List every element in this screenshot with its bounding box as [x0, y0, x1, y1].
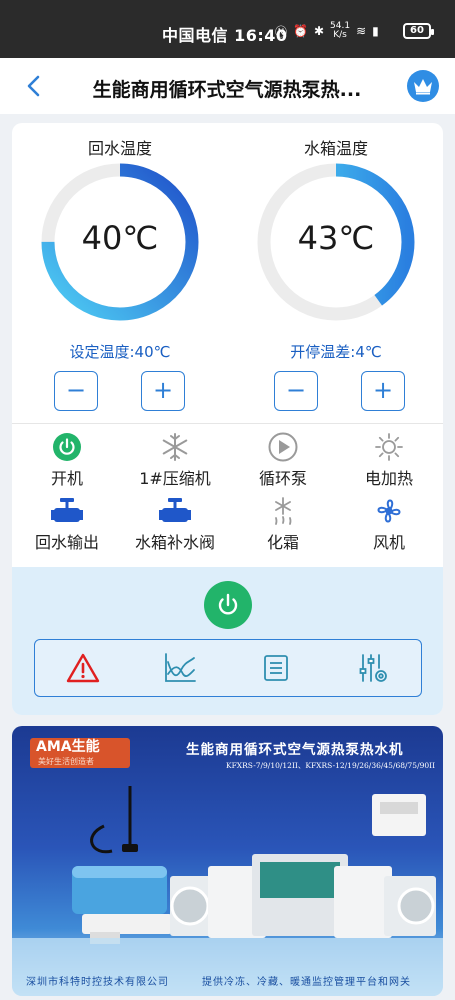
defrost-icon: [266, 495, 300, 527]
power-icon: [218, 593, 238, 615]
control-panel: [12, 567, 443, 715]
nfc-icon: Ⓝ: [275, 24, 288, 39]
increase-set-temp-button[interactable]: +: [141, 371, 185, 411]
status-label: 开机: [50, 469, 83, 488]
tank-water-gauge: 水箱温度 43℃ 开停温差:4℃ − +: [236, 123, 436, 423]
decrease-diff-button[interactable]: −: [274, 371, 318, 411]
list-icon: [264, 655, 289, 681]
status-label: 电加热: [364, 469, 413, 488]
power-toggle-button[interactable]: [204, 581, 252, 629]
alarm-button[interactable]: [63, 648, 103, 688]
signal-icon: ▮: [372, 24, 379, 38]
system-status-bar: 中国电信 16:40 Ⓝ ⏰ ✱ 54.1 K/s ≋ ▮ 60: [0, 0, 455, 58]
chevron-left-icon: [27, 75, 40, 97]
status-icons: Ⓝ ⏰ ✱ 54.1 K/s ≋ ▮: [275, 22, 379, 40]
gauge-value: 43℃: [297, 219, 375, 257]
sun-heater-icon: [372, 431, 406, 463]
return-water-gauge: 回水温度 40℃ 设定温度:40℃ − +: [20, 123, 220, 423]
function-toolbar: [34, 639, 422, 697]
wifi-icon: ≋: [356, 24, 367, 38]
back-button[interactable]: [20, 72, 48, 100]
status-defrost: 化霜: [228, 495, 338, 553]
net-speed: 54.1 K/s: [330, 22, 350, 40]
records-button[interactable]: [256, 648, 296, 688]
device-control-card: 回水温度 40℃ 设定温度:40℃ − + 水箱温度 43℃ 开停温差:4℃ −…: [12, 123, 443, 715]
increase-diff-button[interactable]: +: [361, 371, 405, 411]
status-label: 1#压缩机: [139, 469, 211, 488]
banner-company: 深圳市科特时控技术有限公司: [26, 977, 169, 988]
play-pump-icon: [266, 431, 300, 463]
status-power-on: 开机: [12, 431, 122, 489]
status-fan: 风机: [334, 495, 443, 553]
product-banner[interactable]: AMA生能 美好生活创造者 生能商用循环式空气源热泵热水机 KFXRS-7/9/…: [12, 726, 443, 996]
status-electric-heater: 电加热: [334, 431, 443, 489]
alarm-icon: ⏰: [293, 24, 308, 38]
status-tank-fill-valve: 水箱补水阀: [120, 495, 230, 553]
bluetooth-icon: ✱: [313, 24, 325, 38]
status-label: 循环泵: [258, 469, 307, 488]
power-on-icon: [50, 431, 84, 463]
valve-icon: [158, 495, 192, 527]
status-label: 风机: [372, 533, 405, 552]
battery-indicator: 60: [403, 23, 434, 39]
status-return-water-output: 回水输出: [12, 495, 122, 553]
product-illustration: [12, 786, 443, 996]
start-stop-diff-label: 开停温差:4℃: [290, 343, 382, 361]
sliders-settings-icon: [359, 654, 387, 682]
status-compressor: 1#压缩机: [120, 431, 230, 489]
status-label: 化霜: [266, 533, 299, 552]
settings-button[interactable]: [353, 648, 393, 688]
line-chart-icon: [164, 653, 196, 682]
chart-button[interactable]: [160, 648, 200, 688]
status-label: 水箱补水阀: [134, 533, 215, 552]
status-label: 回水输出: [34, 533, 99, 552]
net-speed-unit: K/s: [333, 30, 347, 40]
section-divider: [12, 423, 443, 424]
crown-icon: [414, 79, 432, 95]
gauge-value: 40℃: [81, 219, 159, 257]
gauge-label: 回水温度: [87, 139, 152, 158]
vip-button[interactable]: [407, 70, 439, 102]
status-circulation-pump: 循环泵: [228, 431, 338, 489]
gauge-label: 水箱温度: [303, 139, 368, 158]
snowflake-icon: [158, 431, 192, 463]
warning-icon: [67, 653, 100, 683]
app-header: 生能商用循环式空气源热泵热...: [0, 58, 455, 114]
decrease-set-temp-button[interactable]: −: [54, 371, 98, 411]
fan-icon: [372, 495, 406, 527]
valve-icon: [50, 495, 84, 527]
set-temperature-label: 设定温度:40℃: [69, 343, 171, 361]
banner-service: 提供冷冻、冷藏、暖通监控管理平台和网关: [202, 977, 411, 988]
page-title: 生能商用循环式空气源热泵热...: [92, 79, 362, 101]
carrier-time: 中国电信 16:40: [162, 26, 288, 45]
